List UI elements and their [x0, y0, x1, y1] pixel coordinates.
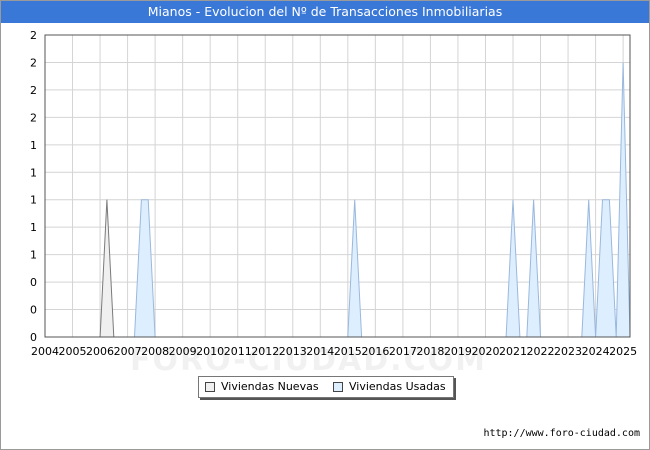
x-tick-label: 2022	[527, 345, 555, 358]
legend-label-nuevas: Viviendas Nuevas	[221, 380, 319, 393]
y-tick-label: 0	[30, 331, 37, 344]
x-tick-label: 2025	[609, 345, 637, 358]
y-tick-label: 1	[30, 249, 37, 262]
y-tick-label: 1	[30, 166, 37, 179]
y-tick-label: 0	[30, 304, 37, 317]
legend-swatch-usadas	[333, 382, 343, 392]
y-tick-label: 0	[30, 276, 37, 289]
y-tick-label: 1	[30, 139, 37, 152]
legend-swatch-nuevas	[205, 382, 215, 392]
watermark: FORO-CIUDAD.COM	[130, 343, 487, 378]
x-tick-label: 2023	[554, 345, 582, 358]
y-tick-label: 2	[30, 29, 37, 42]
x-tick-label: 2005	[59, 345, 87, 358]
chart-legend: Viviendas Nuevas Viviendas Usadas	[198, 376, 454, 398]
y-tick-label: 2	[30, 111, 37, 124]
y-tick-label: 2	[30, 56, 37, 69]
x-tick-label: 2004	[31, 345, 59, 358]
legend-label-usadas: Viviendas Usadas	[349, 380, 446, 393]
x-tick-label: 2021	[499, 345, 527, 358]
source-credit: http://www.foro-ciudad.com	[483, 428, 640, 439]
plot-area	[45, 35, 630, 337]
y-tick-label: 2	[30, 84, 37, 97]
y-tick-label: 1	[30, 194, 37, 207]
x-tick-label: 2024	[582, 345, 610, 358]
x-tick-label: 2006	[86, 345, 114, 358]
y-tick-label: 1	[30, 221, 37, 234]
